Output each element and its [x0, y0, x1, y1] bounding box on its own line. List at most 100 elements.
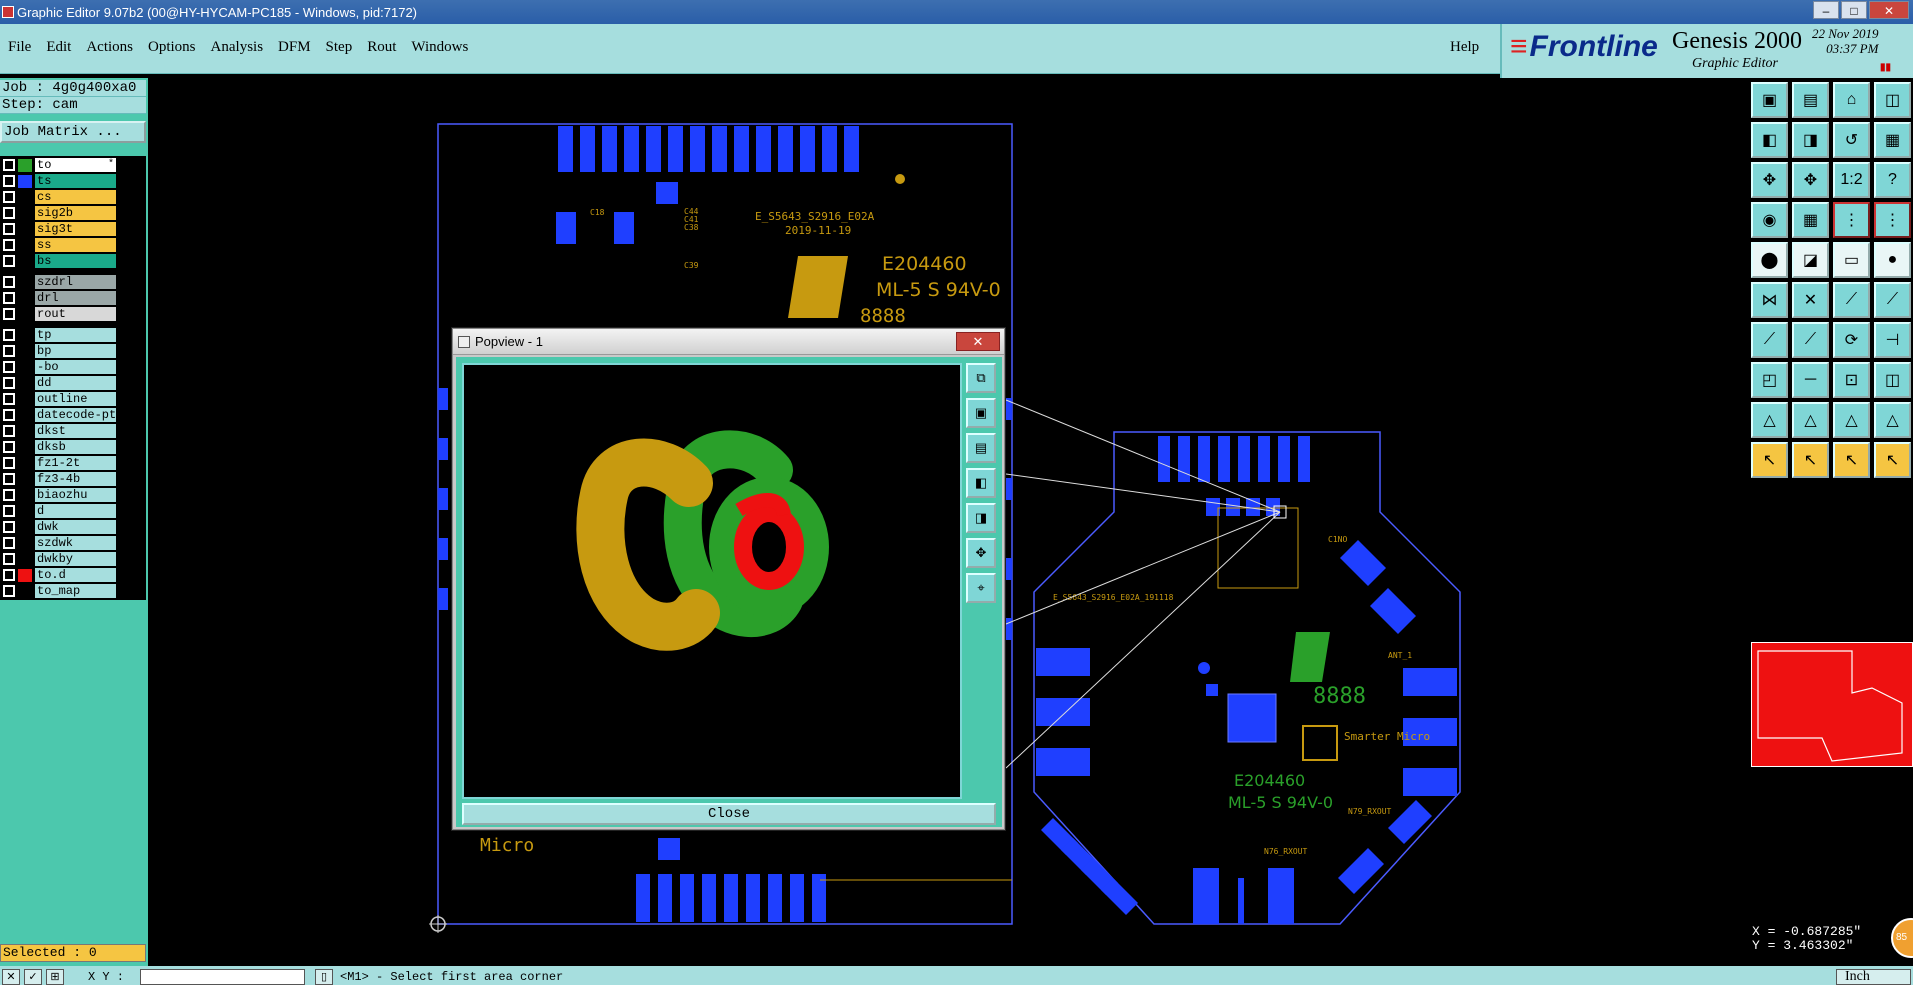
tool-button-21[interactable]: ⋈ — [1751, 282, 1788, 318]
layer-name[interactable]: rout — [35, 307, 116, 321]
layer-checkbox[interactable] — [3, 345, 15, 357]
layer-name[interactable]: fz1-2t — [35, 456, 116, 470]
tool-button-5[interactable]: ◧ — [1751, 122, 1788, 158]
layer-name[interactable]: szdwk — [35, 536, 116, 550]
tool-button-34[interactable]: △ — [1792, 402, 1829, 438]
tool-button-26[interactable]: ⟋ — [1792, 322, 1829, 358]
tool-button-17[interactable]: ⬤ — [1751, 242, 1788, 278]
stop-icon[interactable]: ✕ — [2, 969, 20, 985]
layer-name[interactable]: datecode-pth — [35, 408, 116, 422]
layer-name[interactable]: biaozhu — [35, 488, 116, 502]
tool-button-8[interactable]: ▦ — [1874, 122, 1911, 158]
tool-button-32[interactable]: ◫ — [1874, 362, 1911, 398]
layer-checkbox[interactable] — [3, 329, 15, 341]
layer-name[interactable]: drl — [35, 291, 116, 305]
layer-row-dksb[interactable]: dksb — [1, 439, 145, 455]
layer-color-swatch[interactable] — [18, 275, 32, 289]
layer-name[interactable]: cs — [35, 190, 116, 204]
layer-name[interactable]: dwkby — [35, 552, 116, 566]
overview-map[interactable] — [1751, 642, 1913, 767]
layer-checkbox[interactable] — [3, 457, 15, 469]
layer-checkbox[interactable] — [3, 505, 15, 517]
layer-row-rout[interactable]: rout — [1, 306, 145, 322]
tool-button-36[interactable]: △ — [1874, 402, 1911, 438]
layer-color-swatch[interactable] — [18, 328, 32, 342]
tool-button-33[interactable]: △ — [1751, 402, 1788, 438]
layer-color-swatch[interactable] — [18, 206, 32, 220]
tool-button-31[interactable]: ⊡ — [1833, 362, 1870, 398]
layer-checkbox[interactable] — [3, 553, 15, 565]
pan-icon[interactable]: ◧ — [966, 468, 996, 498]
zoom-out-icon[interactable]: ▤ — [966, 433, 996, 463]
layer-row-dkst[interactable]: dkst — [1, 423, 145, 439]
layer-color-swatch[interactable] — [18, 360, 32, 374]
layer-checkbox[interactable] — [3, 585, 15, 597]
tool-button-11[interactable]: 1:2 — [1833, 162, 1870, 198]
tool-button-3[interactable]: ⌂ — [1833, 82, 1870, 118]
layer-name[interactable]: ts — [35, 174, 116, 188]
layer-name[interactable]: dwk — [35, 520, 116, 534]
tool-button-14[interactable]: ▦ — [1792, 202, 1829, 238]
tool-button-15[interactable]: ⋮ — [1833, 202, 1870, 238]
menu-analysis[interactable]: Analysis — [211, 39, 264, 55]
layer-color-swatch[interactable] — [18, 504, 32, 518]
tool-button-23[interactable]: ⟋ — [1833, 282, 1870, 318]
layer-name[interactable]: sig2b — [35, 206, 116, 220]
tool-button-30[interactable]: ─ — [1792, 362, 1829, 398]
layer-checkbox[interactable] — [3, 409, 15, 421]
layer-name[interactable]: outline — [35, 392, 116, 406]
layer-row-fz1-2t[interactable]: fz1-2t — [1, 455, 145, 471]
close-button[interactable]: ✕ — [1869, 1, 1909, 19]
layer-color-swatch[interactable] — [18, 584, 32, 598]
layer-name[interactable]: bp — [35, 344, 116, 358]
layer-row-bp[interactable]: bp — [1, 343, 145, 359]
layer-row-fz3-4b[interactable]: fz3-4b — [1, 471, 145, 487]
layer-color-swatch[interactable] — [18, 520, 32, 534]
tool-button-10[interactable]: ✥ — [1792, 162, 1829, 198]
layer-checkbox[interactable] — [3, 441, 15, 453]
layer-color-swatch[interactable] — [18, 344, 32, 358]
tool-button-20[interactable]: ● — [1874, 242, 1911, 278]
tool-button-4[interactable]: ◫ — [1874, 82, 1911, 118]
layer-name[interactable]: sig3t — [35, 222, 116, 236]
menu-windows[interactable]: Windows — [411, 39, 468, 55]
layer-row-drl[interactable]: drl — [1, 290, 145, 306]
layer-color-swatch[interactable] — [18, 472, 32, 486]
tool-button-1[interactable]: ▣ — [1751, 82, 1788, 118]
menu-file[interactable]: File — [8, 39, 31, 55]
popview-close-x-button[interactable]: ✕ — [956, 332, 1000, 351]
layer-color-swatch[interactable] — [18, 307, 32, 321]
layer-name[interactable]: to.d — [35, 568, 116, 582]
layer-name[interactable]: to * — [35, 158, 116, 172]
layer-checkbox[interactable] — [3, 223, 15, 235]
layer-row-bs[interactable]: bs — [1, 253, 145, 269]
menu-options[interactable]: Options — [148, 39, 196, 55]
layer-row-cs[interactable]: cs — [1, 189, 145, 205]
layer-row-d[interactable]: d — [1, 503, 145, 519]
menu-actions[interactable]: Actions — [86, 39, 133, 55]
layer-checkbox[interactable] — [3, 361, 15, 373]
layer-color-swatch[interactable] — [18, 238, 32, 252]
check-icon[interactable]: ✓ — [24, 969, 42, 985]
tool-button-19[interactable]: ▭ — [1833, 242, 1870, 278]
tool-button-16[interactable]: ⋮ — [1874, 202, 1911, 238]
job-matrix-button[interactable]: Job Matrix ... — [0, 121, 146, 143]
tool-button-40[interactable]: ↖ — [1874, 442, 1911, 478]
layer-name[interactable]: -bo — [35, 360, 116, 374]
layer-checkbox[interactable] — [3, 292, 15, 304]
layer-row-szdwk[interactable]: szdwk — [1, 535, 145, 551]
layer-row-szdrl[interactable]: szdrl — [1, 274, 145, 290]
tool-button-35[interactable]: △ — [1833, 402, 1870, 438]
layer-color-swatch[interactable] — [18, 536, 32, 550]
xy-input[interactable] — [140, 969, 305, 985]
zoom-in-icon[interactable]: ▣ — [966, 398, 996, 428]
layer-row-to[interactable]: to * — [1, 157, 145, 173]
layer-color-swatch[interactable] — [18, 222, 32, 236]
layer-name[interactable]: to_map — [35, 584, 116, 598]
tool-button-18[interactable]: ◪ — [1792, 242, 1829, 278]
layer-row-dwkby[interactable]: dwkby — [1, 551, 145, 567]
home-icon[interactable]: ⌖ — [966, 573, 996, 603]
tool-button-29[interactable]: ◰ — [1751, 362, 1788, 398]
layer-color-swatch[interactable] — [18, 488, 32, 502]
layer-color-swatch[interactable] — [18, 174, 32, 188]
